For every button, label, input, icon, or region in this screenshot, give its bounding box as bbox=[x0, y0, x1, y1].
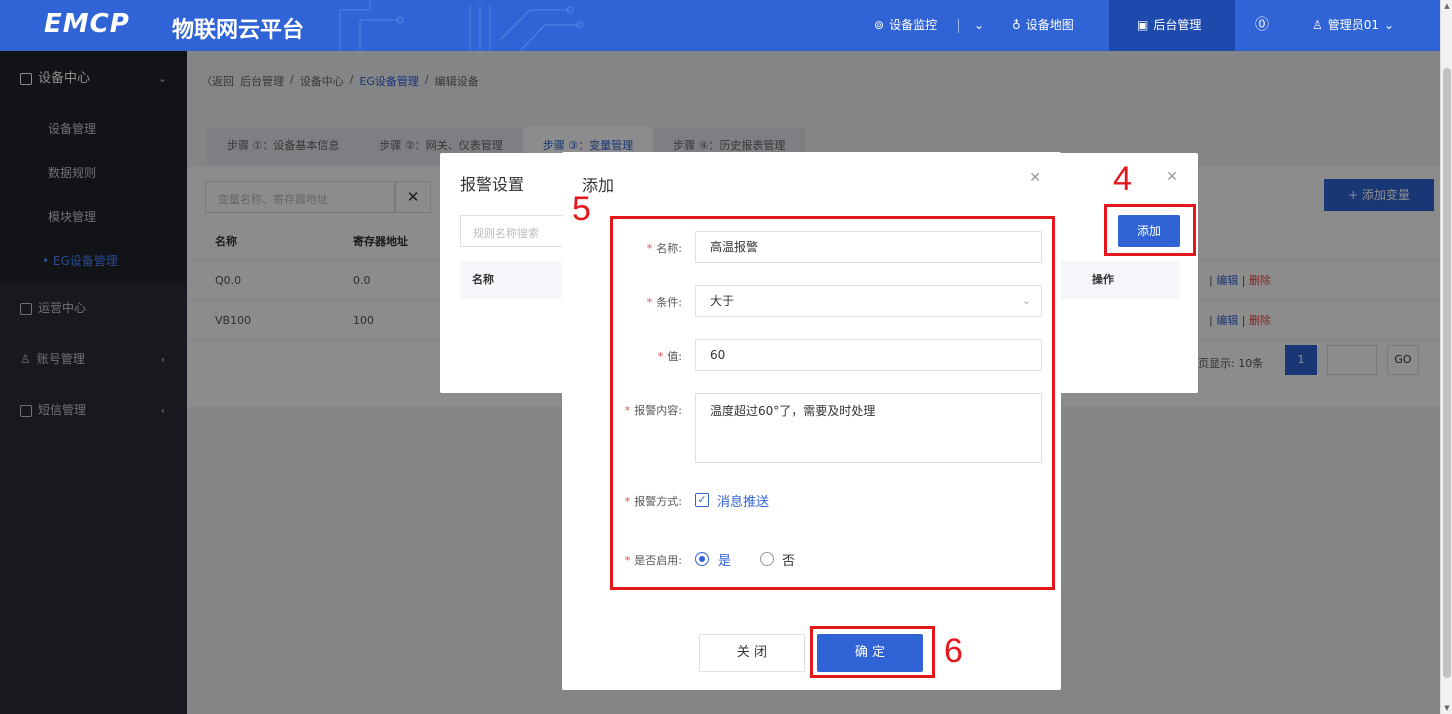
nav-device-map[interactable]: ♁ 设备地图 bbox=[1000, 0, 1086, 51]
user-name: 管理员01 bbox=[1327, 18, 1380, 32]
admin-icon: ▣ bbox=[1137, 18, 1149, 32]
logo: EMCP bbox=[44, 9, 130, 39]
annotation-number-6: 6 bbox=[944, 632, 963, 670]
annotation-box-5 bbox=[610, 216, 1055, 590]
nav-label: 设备地图 bbox=[1025, 18, 1074, 32]
nav-label: 设备监控 bbox=[889, 18, 938, 32]
scroll-thumb[interactable] bbox=[1443, 68, 1451, 678]
nav-dropdown-chevron[interactable]: ⌄ bbox=[962, 0, 996, 51]
monitor-icon: ⊚ bbox=[874, 18, 885, 32]
logo-title: 物联网云平台 bbox=[172, 18, 305, 43]
chevron-down-icon: ⌄ bbox=[974, 18, 985, 32]
annotation-number-5: 5 bbox=[572, 190, 591, 228]
scroll-up-icon[interactable]: ▲ bbox=[1441, 0, 1452, 12]
annotation-number-4: 4 bbox=[1113, 160, 1132, 198]
nav-label: 后台管理 bbox=[1153, 18, 1202, 32]
column-header: 名称 bbox=[472, 273, 494, 286]
annotation-box-4 bbox=[1104, 204, 1196, 256]
column-header: 操作 bbox=[1092, 273, 1114, 286]
help-button[interactable]: ⓪ bbox=[1243, 0, 1281, 51]
scroll-down-icon[interactable]: ▼ bbox=[1441, 702, 1452, 714]
dialog-title: 报警设置 bbox=[460, 175, 525, 194]
nav-device-monitor[interactable]: ⊚ 设备监控 bbox=[862, 0, 949, 51]
nav-divider bbox=[958, 19, 959, 33]
user-menu[interactable]: ♙ 管理员01 ⌄ bbox=[1300, 0, 1406, 51]
top-bar: EMCP 物联网云平台 ⊚ 设备监控 ⌄ ♁ 设备地图 ▣ 后台管理 ⓪ ♙ 管… bbox=[0, 0, 1440, 51]
chevron-down-icon: ⌄ bbox=[1384, 18, 1395, 32]
circuit-decoration bbox=[339, 0, 584, 51]
map-pin-icon: ♁ bbox=[1012, 18, 1021, 32]
user-icon: ♙ bbox=[1312, 18, 1323, 32]
nav-admin[interactable]: ▣ 后台管理 bbox=[1109, 0, 1235, 51]
page-scrollbar[interactable]: ▲ ▼ bbox=[1440, 0, 1452, 714]
annotation-box-6 bbox=[810, 626, 935, 678]
help-icon: ⓪ bbox=[1255, 17, 1269, 33]
close-icon[interactable]: ✕ bbox=[1029, 170, 1041, 186]
close-button[interactable]: 关 闭 bbox=[699, 634, 805, 672]
close-icon[interactable]: ✕ bbox=[1166, 169, 1178, 185]
